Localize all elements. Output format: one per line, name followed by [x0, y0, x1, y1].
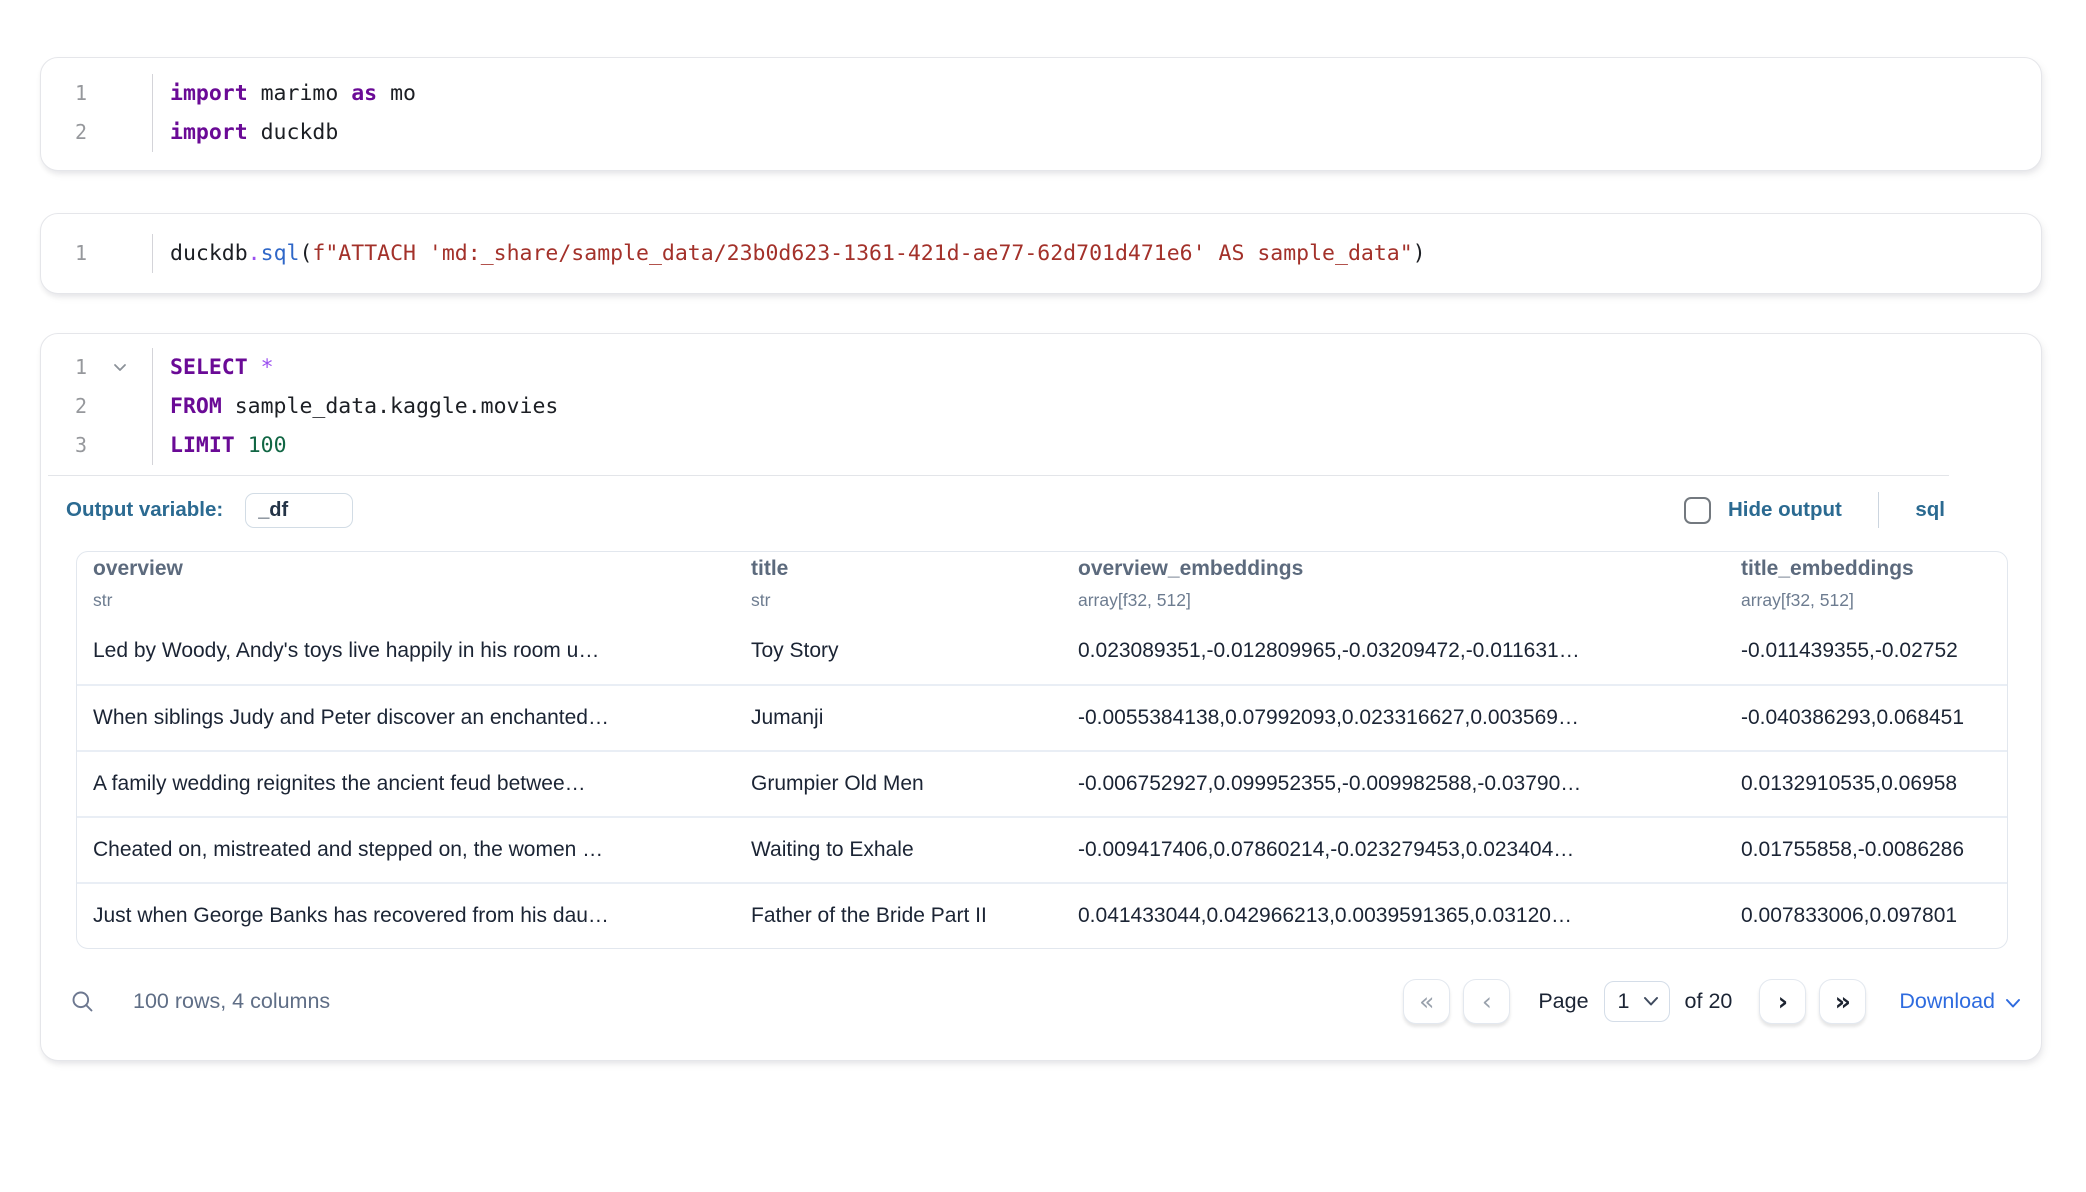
- prev-page-icon: ‹: [1482, 987, 1492, 1016]
- controls-divider: [1878, 492, 1880, 528]
- cell-title-embeddings: 0.007833006,0.097801: [1725, 904, 2008, 928]
- page-number-select[interactable]: 1: [1604, 981, 1670, 1022]
- sql-cell-controls: Output variable: Hide output sql: [41, 476, 2041, 542]
- cell-title: Toy Story: [735, 639, 1062, 663]
- cell-title-embeddings: -0.040386293,0.068451: [1725, 706, 2008, 730]
- row-count-summary: 100 rows, 4 columns: [133, 989, 330, 1014]
- table-row[interactable]: Just when George Banks has recovered fro…: [77, 882, 2008, 948]
- download-label: Download: [1899, 989, 1995, 1014]
- code-line: 1 import marimo as mo: [41, 74, 2041, 113]
- first-page-icon: «: [1419, 987, 1434, 1016]
- column-header-title[interactable]: title str: [735, 557, 1062, 611]
- cell-overview: A family wedding reignites the ancient f…: [77, 772, 735, 796]
- cell-overview-embeddings: 0.041433044,0.042966213,0.0039591365,0.0…: [1062, 904, 1725, 928]
- code-editor[interactable]: 1 import marimo as mo 2 import duckdb: [41, 58, 2041, 170]
- chevron-down-icon: [2005, 998, 2021, 1009]
- code-text: import marimo as mo: [153, 74, 2041, 113]
- first-page-button[interactable]: «: [1403, 979, 1450, 1024]
- line-number: 1: [41, 348, 87, 387]
- last-page-icon: »: [1835, 987, 1851, 1016]
- language-label[interactable]: sql: [1915, 498, 1945, 522]
- cell-overview: Just when George Banks has recovered fro…: [77, 904, 735, 928]
- fold-chevron-icon[interactable]: [113, 363, 127, 373]
- last-page-button[interactable]: »: [1819, 979, 1866, 1024]
- table-row[interactable]: Led by Woody, Andy's toys live happily i…: [77, 618, 2008, 684]
- code-text: import duckdb: [153, 113, 2041, 152]
- hide-output-label[interactable]: Hide output: [1728, 498, 1842, 522]
- table-header-row: overview str title str overview_embeddin…: [77, 552, 2008, 618]
- table-row[interactable]: A family wedding reignites the ancient f…: [77, 750, 2008, 816]
- gutter: 3: [41, 426, 153, 465]
- table-footer: 100 rows, 4 columns « ‹ Page 1 of 20 › »…: [41, 949, 2041, 1060]
- cell-overview: When siblings Judy and Peter discover an…: [77, 706, 735, 730]
- code-editor[interactable]: 1 SELECT * 2 FROM sample_data.kaggle.mov…: [41, 334, 2041, 475]
- code-line: 3 LIMIT 100: [41, 426, 2041, 465]
- output-variable-input[interactable]: [245, 493, 353, 528]
- cell-title-embeddings: 0.01755858,-0.0086286: [1725, 838, 2008, 862]
- cell-title: Father of the Bride Part II: [735, 904, 1062, 928]
- code-cell-attach: 1 duckdb.sql(f"ATTACH 'md:_share/sample_…: [40, 213, 2042, 294]
- page-number-value: 1: [1618, 989, 1630, 1014]
- code-line: 1 SELECT *: [41, 348, 2041, 387]
- gutter: 1: [41, 348, 153, 387]
- cell-overview-embeddings: 0.023089351,-0.012809965,-0.03209472,-0.…: [1062, 639, 1725, 663]
- code-text: duckdb.sql(f"ATTACH 'md:_share/sample_da…: [153, 234, 2041, 273]
- gutter: 2: [41, 113, 153, 152]
- cell-title-embeddings: -0.011439355,-0.02752: [1725, 639, 2008, 663]
- gutter: 1: [41, 74, 153, 113]
- cell-overview-embeddings: -0.009417406,0.07860214,-0.023279453,0.0…: [1062, 838, 1725, 862]
- page-total-label: of 20: [1685, 989, 1733, 1014]
- download-menu[interactable]: Download: [1899, 989, 2021, 1014]
- table-row[interactable]: When siblings Judy and Peter discover an…: [77, 684, 2008, 750]
- marimo-notebook: 1 import marimo as mo 2 import duckdb 1: [0, 0, 2086, 1192]
- table-row[interactable]: Cheated on, mistreated and stepped on, t…: [77, 816, 2008, 882]
- search-icon[interactable]: [69, 988, 96, 1015]
- cell-overview-embeddings: -0.0055384138,0.07992093,0.023316627,0.0…: [1062, 706, 1725, 730]
- next-page-button[interactable]: ›: [1759, 979, 1806, 1024]
- code-line: 1 duckdb.sql(f"ATTACH 'md:_share/sample_…: [41, 234, 2041, 273]
- code-editor[interactable]: 1 duckdb.sql(f"ATTACH 'md:_share/sample_…: [41, 214, 2041, 293]
- cell-title: Jumanji: [735, 706, 1062, 730]
- cell-title-embeddings: 0.0132910535,0.06958: [1725, 772, 2008, 796]
- code-text: FROM sample_data.kaggle.movies: [153, 387, 2041, 426]
- gutter: 2: [41, 387, 153, 426]
- gutter: 1: [41, 234, 153, 273]
- column-header-overview-embeddings[interactable]: overview_embeddings array[f32, 512]: [1062, 557, 1725, 611]
- line-number: 2: [41, 113, 87, 152]
- code-line: 2 FROM sample_data.kaggle.movies: [41, 387, 2041, 426]
- result-table: overview str title str overview_embeddin…: [76, 551, 2008, 949]
- column-header-title-embeddings[interactable]: title_embeddings array[f32, 512]: [1725, 557, 2008, 611]
- cell-title: Waiting to Exhale: [735, 838, 1062, 862]
- cell-overview: Cheated on, mistreated and stepped on, t…: [77, 838, 735, 862]
- hide-output-checkbox[interactable]: [1684, 497, 1711, 524]
- next-page-icon: ›: [1778, 987, 1788, 1016]
- prev-page-button[interactable]: ‹: [1463, 979, 1510, 1024]
- code-line: 2 import duckdb: [41, 113, 2041, 152]
- cell-overview-embeddings: -0.006752927,0.099952355,-0.009982588,-0…: [1062, 772, 1725, 796]
- cell-overview: Led by Woody, Andy's toys live happily i…: [77, 639, 735, 663]
- cell-title: Grumpier Old Men: [735, 772, 1062, 796]
- line-number: 1: [41, 234, 87, 273]
- line-number: 2: [41, 387, 87, 426]
- line-number: 3: [41, 426, 87, 465]
- column-header-overview[interactable]: overview str: [77, 557, 735, 611]
- output-variable-label: Output variable:: [66, 498, 223, 522]
- code-cell-imports: 1 import marimo as mo 2 import duckdb: [40, 57, 2042, 171]
- line-number: 1: [41, 74, 87, 113]
- code-text: SELECT *: [153, 348, 2041, 387]
- page-label: Page: [1538, 989, 1588, 1014]
- code-text: LIMIT 100: [153, 426, 2041, 465]
- sql-cell: 1 SELECT * 2 FROM sample_data.kaggle.mov…: [40, 333, 2042, 1061]
- chevron-down-icon: [1643, 996, 1659, 1007]
